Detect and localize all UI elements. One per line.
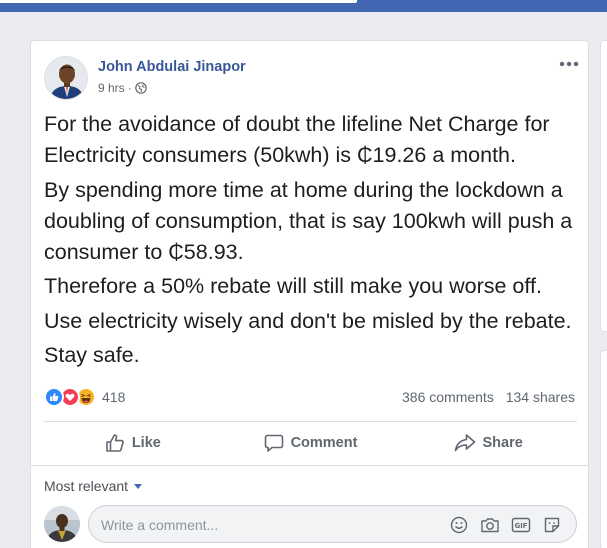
post-paragraph: Use electricity wisely and don't be misl…: [44, 308, 572, 333]
search-bar-edge[interactable]: [0, 0, 357, 3]
like-icon: [106, 434, 124, 452]
comments-count[interactable]: 386 comments: [402, 389, 494, 405]
globe-icon: [134, 82, 147, 94]
meta-separator: ·: [127, 81, 132, 95]
comment-icon: [264, 434, 283, 452]
side-card: [600, 40, 607, 332]
sort-label: Most relevant: [44, 478, 129, 494]
engagement-counts: 386 comments 134 shares: [402, 389, 575, 405]
comment-input-box[interactable]: GIF: [88, 505, 577, 543]
share-label: Share: [482, 435, 523, 451]
author-name[interactable]: John Abdulai Jinapor: [98, 59, 246, 75]
comment-button[interactable]: Comment: [222, 422, 400, 464]
comment-sort-dropdown[interactable]: Most relevant: [44, 478, 143, 494]
sticker-icon[interactable]: [542, 515, 562, 535]
post-paragraph: For the avoidance of doubt the lifeline …: [44, 112, 550, 167]
author-avatar[interactable]: [44, 56, 88, 100]
comment-input[interactable]: [101, 515, 421, 535]
post-paragraph: Stay safe.: [44, 343, 140, 367]
camera-icon[interactable]: [480, 515, 500, 535]
post-paragraph: By spending more time at home during the…: [44, 177, 573, 264]
share-icon: [454, 434, 475, 452]
comments-section: Most relevant Write a comment... GIF: [31, 465, 588, 548]
shares-count[interactable]: 134 shares: [506, 389, 575, 405]
gif-icon[interactable]: GIF: [511, 515, 531, 535]
top-nav-bar: [0, 0, 607, 12]
like-label: Like: [131, 435, 161, 451]
current-user-avatar[interactable]: [44, 506, 80, 542]
emoji-icon[interactable]: [449, 515, 469, 535]
post-time[interactable]: 9 hrs: [98, 81, 125, 95]
post-meta: 9 hrs ·: [98, 81, 147, 95]
share-button[interactable]: Share: [399, 422, 577, 464]
like-reaction-icon: [44, 387, 64, 407]
post-actions: Like Comment Share: [44, 422, 577, 464]
comment-input-tools: GIF: [438, 515, 562, 535]
comment-label: Comment: [290, 435, 358, 451]
post-body: For the avoidance of doubt the lifeline …: [44, 109, 584, 375]
reactions-summary[interactable]: 418: [44, 386, 125, 408]
more-options-icon[interactable]: [558, 57, 580, 71]
svg-text:GIF: GIF: [515, 522, 528, 530]
post-paragraph: Therefore a 50% rebate will still make y…: [44, 274, 542, 298]
like-button[interactable]: Like: [44, 422, 222, 464]
side-card: [600, 350, 607, 548]
post-card: John Abdulai Jinapor 9 hrs · For the avo…: [30, 40, 589, 548]
chevron-down-icon: [134, 483, 143, 489]
reaction-count[interactable]: 418: [102, 389, 125, 405]
